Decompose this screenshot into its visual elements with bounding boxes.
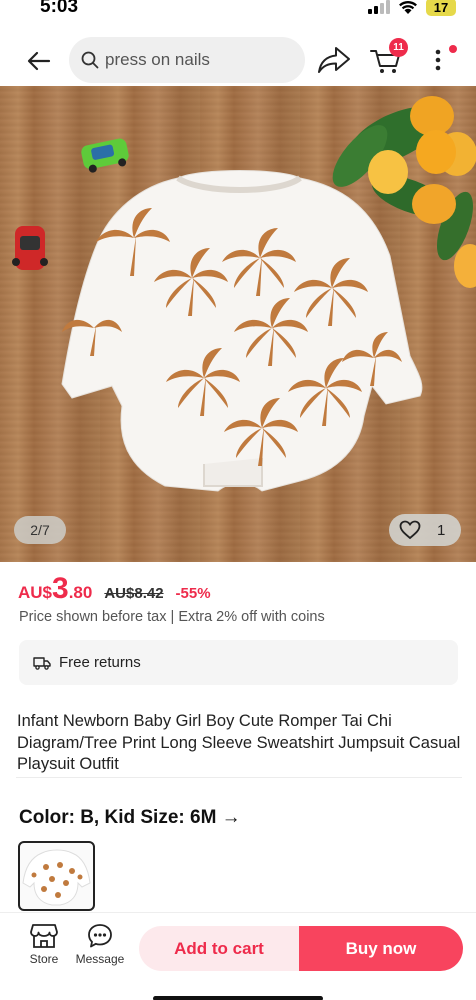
store-icon [30, 924, 58, 948]
cart-count-badge: 11 [389, 38, 408, 57]
more-options-button[interactable] [428, 44, 448, 76]
discount-badge: -55% [175, 585, 211, 602]
free-returns-label: Free returns [59, 654, 141, 671]
tax-note: Price shown before tax | Extra 2% off wi… [19, 609, 325, 625]
back-arrow-icon [27, 51, 51, 71]
price-currency: AU$ [18, 583, 53, 602]
status-time: 5:03 [40, 0, 79, 17]
color-swatch-selected[interactable] [18, 841, 95, 911]
store-button[interactable]: Store [22, 923, 66, 966]
product-photo [12, 96, 476, 492]
message-label: Message [75, 952, 125, 966]
top-nav: press on nails 11 [0, 34, 476, 86]
status-icons: 17 [368, 0, 456, 16]
add-to-cart-button[interactable]: Add to cart [139, 926, 299, 971]
wifi-icon [399, 0, 417, 14]
original-price: AU$8.42 [104, 585, 164, 602]
bottom-action-bar: Store Message Add to cart Buy now [0, 912, 476, 1000]
image-counter: 2/7 [14, 516, 66, 544]
battery-icon: 17 [426, 0, 456, 16]
product-image[interactable]: 2/7 1 [0, 86, 476, 562]
search-placeholder: press on nails [105, 50, 210, 69]
buy-now-button[interactable]: Buy now [299, 926, 463, 971]
price-integer: 3 [52, 572, 69, 605]
like-count: 1 [437, 521, 446, 539]
like-button[interactable]: 1 [389, 514, 461, 546]
share-button[interactable] [316, 44, 352, 76]
chat-icon [88, 924, 112, 948]
battery-level: 17 [433, 0, 449, 15]
message-button[interactable]: Message [73, 923, 127, 966]
heart-icon [399, 520, 421, 540]
store-label: Store [29, 952, 59, 966]
back-button[interactable] [22, 44, 56, 78]
home-indicator [153, 996, 323, 1000]
status-bar: 5:03 17 [0, 0, 476, 22]
toy-car-red [12, 226, 48, 270]
notification-dot [449, 45, 457, 53]
swatch-thumbnail [22, 849, 91, 906]
delivery-truck-icon [33, 656, 51, 670]
search-icon [81, 50, 101, 70]
toy-car-green [81, 138, 129, 173]
divider [16, 777, 462, 778]
signal-icon [368, 0, 390, 14]
product-title: Infant Newborn Baby Girl Boy Cute Romper… [17, 712, 461, 773]
search-input[interactable]: press on nails [69, 37, 305, 83]
romper-garment [61, 170, 423, 492]
price-decimal: .80 [68, 583, 93, 602]
free-returns-banner[interactable]: Free returns [19, 640, 458, 685]
price-row: AU$ 3 .80 AU$8.42 -55% [18, 574, 211, 604]
more-vertical-icon [435, 49, 441, 71]
variant-selector-label[interactable]: Color: B, Kid Size: 6M → [19, 807, 241, 829]
share-icon [318, 47, 350, 73]
